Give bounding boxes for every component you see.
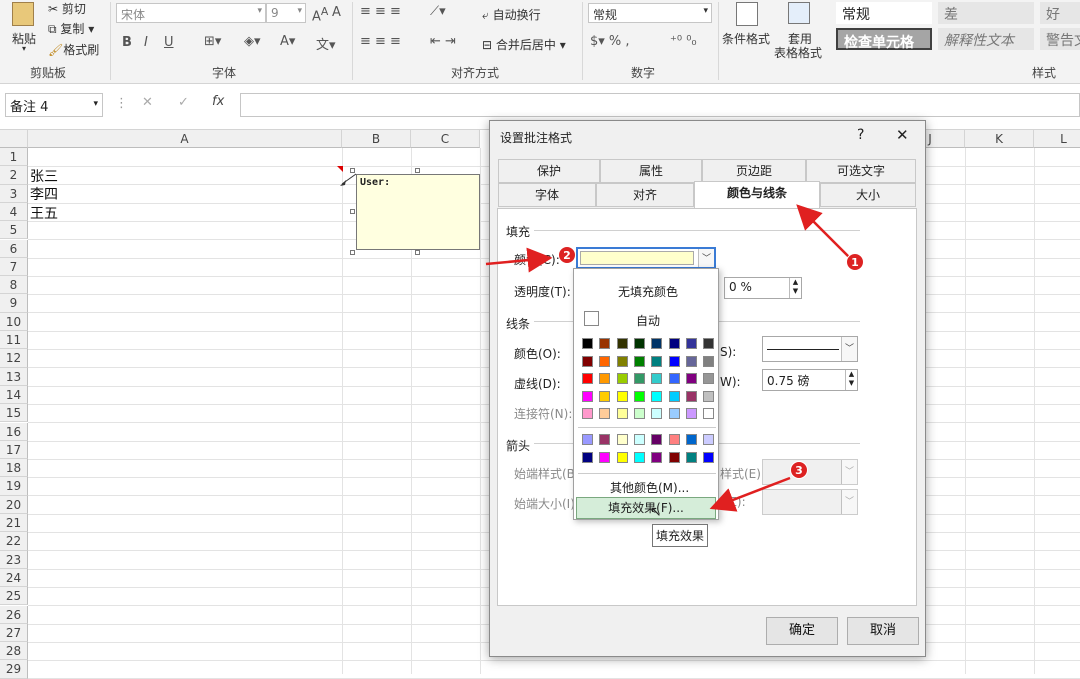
annotation-arrow-2 — [485, 247, 553, 273]
annotation-arrow-1 — [796, 204, 851, 259]
annotation-badge-2: 2 — [558, 246, 576, 264]
annotation-badge-1: 1 — [846, 253, 864, 271]
annotation-arrow-3 — [709, 476, 791, 512]
annotation-badge-3: 3 — [790, 461, 808, 479]
annotation-arrows — [485, 204, 851, 512]
